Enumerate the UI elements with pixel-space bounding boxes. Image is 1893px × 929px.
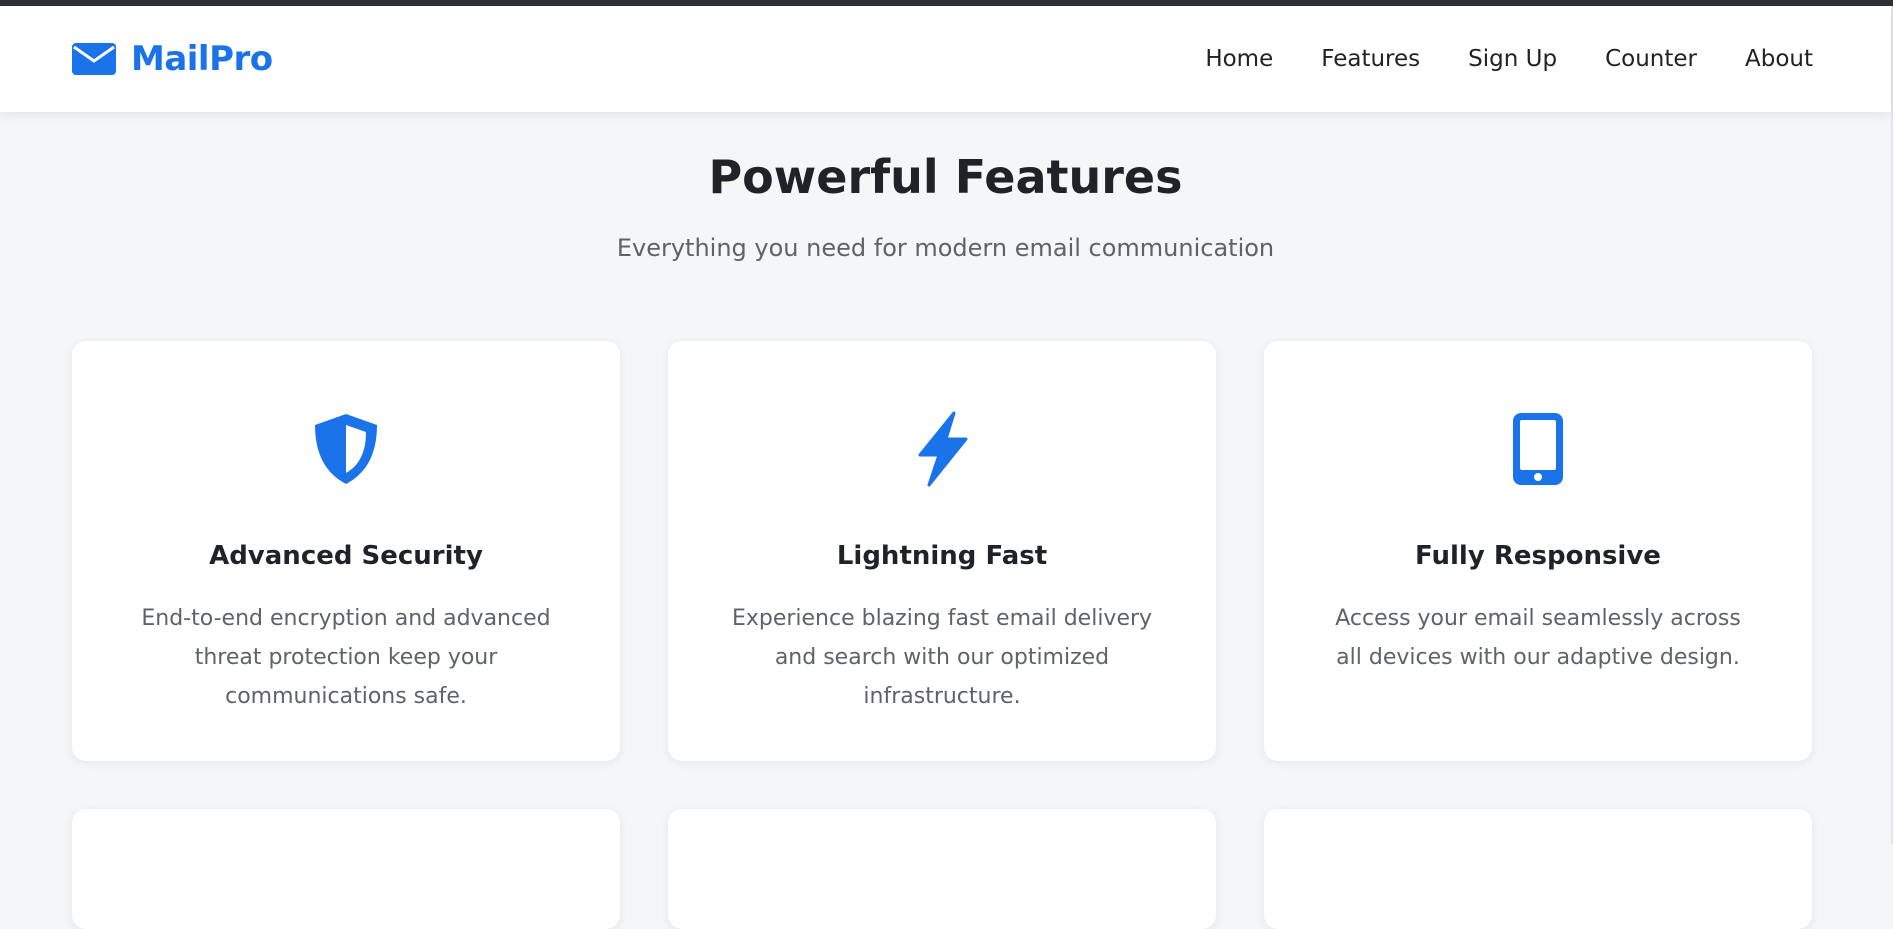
feature-card-description: End-to-end encryption and advanced threa… xyxy=(141,606,551,709)
brand-name: MailPro xyxy=(131,39,273,79)
feature-card-title: Lightning Fast xyxy=(836,541,1048,571)
nav-link-home[interactable]: Home xyxy=(1205,46,1273,72)
features-section: Powerful Features Everything you need fo… xyxy=(0,112,1891,929)
feature-card-partial xyxy=(72,809,620,929)
feature-card-description: Experience blazing fast email delivery a… xyxy=(731,606,1153,709)
shield-icon xyxy=(308,411,384,487)
main-nav: Home Features Sign Up Counter About xyxy=(1157,46,1813,72)
feature-card-speed: Lightning Fast Experience blazing fast e… xyxy=(668,341,1216,761)
mobile-phone-icon xyxy=(1500,411,1576,487)
feature-card-title: Fully Responsive xyxy=(1415,541,1661,571)
feature-card-security: Advanced Security End-to-end encryption … xyxy=(72,341,620,761)
brand-logo-link[interactable]: MailPro xyxy=(72,39,273,79)
envelope-icon xyxy=(72,43,116,75)
nav-link-features[interactable]: Features xyxy=(1321,46,1420,72)
navbar: MailPro Home Features Sign Up Counter Ab… xyxy=(0,6,1891,112)
nav-link-sign-up[interactable]: Sign Up xyxy=(1468,46,1557,72)
nav-link-counter[interactable]: Counter xyxy=(1605,46,1697,72)
lightning-bolt-icon xyxy=(904,411,980,487)
section-subtitle: Everything you need for modern email com… xyxy=(616,234,1275,262)
nav-link-about[interactable]: About xyxy=(1745,46,1813,72)
section-title: Powerful Features xyxy=(708,150,1183,204)
feature-card-partial xyxy=(1264,809,1812,929)
feature-card-partial xyxy=(668,809,1216,929)
feature-card-description: Access your email seamlessly across all … xyxy=(1335,606,1741,670)
feature-card-responsive: Fully Responsive Access your email seaml… xyxy=(1264,341,1812,761)
feature-card-title: Advanced Security xyxy=(209,541,483,571)
